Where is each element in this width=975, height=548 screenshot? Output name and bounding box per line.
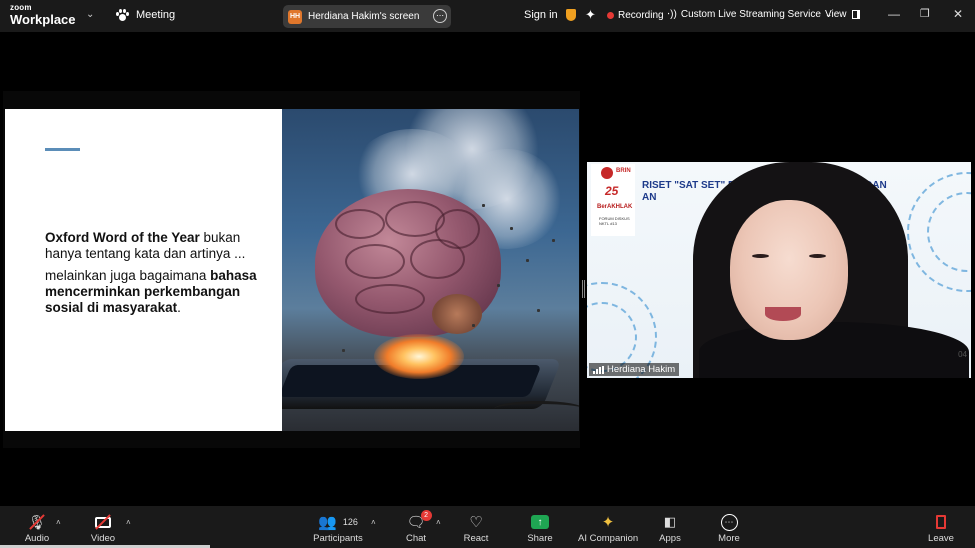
- explosion-glow: [374, 334, 464, 379]
- recording-label: Recording: [618, 10, 664, 21]
- apps-icon: ◧: [663, 514, 677, 529]
- avatar: HH: [288, 9, 302, 24]
- brain-stem: [432, 294, 482, 334]
- screen-share-label: Herdiana Hakim's screen: [308, 11, 420, 22]
- more-label: More: [718, 533, 740, 544]
- ai-sparkle-icon: ✦: [601, 514, 615, 531]
- participants-label: Participants: [313, 533, 363, 544]
- forum-label: FORUM DISKUS NKTL #13: [599, 216, 630, 226]
- video-label: Video: [90, 533, 116, 544]
- zoom-workplace-logo[interactable]: zoom Workplace: [10, 3, 76, 27]
- meeting-toolbar: 🎙 Audio ˄ Video ˄ 👥 126 Participants ˄ 🗨2…: [0, 506, 975, 548]
- ai-companion-label: AI Companion: [578, 533, 639, 544]
- sparkle-icon[interactable]: ✦: [585, 7, 596, 23]
- recording-indicator[interactable]: Recording: [607, 10, 664, 21]
- logo-line2: Workplace: [10, 12, 76, 27]
- chat-bubble-icon: 🗨 2: [406, 510, 432, 531]
- react-button[interactable]: ♡ React: [460, 513, 492, 544]
- slide-text-panel: Oxford Word of the Year bukan hanya tent…: [5, 109, 282, 431]
- presentation-slide: Oxford Word of the Year bukan hanya tent…: [5, 109, 579, 431]
- participants-icon: 👥: [318, 514, 337, 531]
- view-button[interactable]: View: [825, 9, 860, 20]
- event-logos: BRIN 25 BerAKHLAK FORUM DISKUS NKTL #13: [591, 164, 635, 236]
- participants-button[interactable]: 👥 126 Participants: [310, 513, 366, 544]
- video-options-caret-icon[interactable]: ˄: [126, 518, 131, 527]
- brin-logo-icon: [601, 167, 613, 179]
- view-label: View: [825, 9, 847, 20]
- participant-name: Herdiana Hakim: [607, 364, 676, 375]
- slide-text: Oxford Word of the Year bukan hanya tent…: [45, 230, 270, 322]
- participant-name-tag: Herdiana Hakim: [589, 363, 680, 376]
- paw-icon: [116, 9, 129, 21]
- leave-door-icon: [936, 515, 946, 529]
- minimize-icon[interactable]: —: [888, 7, 900, 21]
- close-icon[interactable]: ✕: [953, 7, 963, 21]
- slide-paragraph-2: melainkan juga bagaimana bahasa mencermi…: [45, 268, 257, 315]
- audio-label: Audio: [24, 533, 50, 544]
- react-label: React: [463, 533, 489, 544]
- logo-line1: zoom: [10, 3, 32, 12]
- chat-button[interactable]: 🗨 2 Chat: [400, 510, 432, 544]
- participants-options-caret-icon[interactable]: ˄: [371, 518, 376, 527]
- sign-in-link[interactable]: Sign in: [524, 9, 558, 21]
- live-streaming-menu[interactable]: ⋅)) Custom Live Streaming Service ⌄: [667, 9, 832, 20]
- share-label: Share: [527, 533, 553, 544]
- restore-icon[interactable]: ❐: [920, 7, 930, 20]
- slide-accent-line: [45, 148, 80, 151]
- participant-mouth: [765, 307, 801, 321]
- screen-share-pill[interactable]: HH Herdiana Hakim's screen ⋯: [283, 5, 451, 28]
- recording-dot-icon: [607, 12, 614, 19]
- more-button[interactable]: ⋯ More: [713, 513, 745, 544]
- slide-number: 04: [958, 350, 967, 359]
- layout-icon: [851, 10, 860, 19]
- phone-cable: [494, 401, 579, 417]
- chat-unread-badge: 2: [420, 510, 432, 521]
- share-button[interactable]: ↑ Share: [524, 513, 556, 544]
- apps-button[interactable]: ◧ Apps: [654, 513, 686, 544]
- apps-label: Apps: [659, 533, 681, 544]
- chat-options-caret-icon[interactable]: ˄: [436, 518, 441, 527]
- more-options-icon[interactable]: ⋯: [433, 9, 447, 23]
- audio-button[interactable]: 🎙 Audio: [22, 513, 52, 545]
- share-screen-icon: ↑: [531, 515, 549, 529]
- streaming-label: Custom Live Streaming Service: [680, 9, 821, 20]
- participant-video-tile[interactable]: BRIN 25 BerAKHLAK FORUM DISKUS NKTL #13 …: [587, 162, 971, 378]
- anniversary-logo-text: 25: [605, 184, 619, 198]
- participants-count: 126: [342, 517, 358, 527]
- slide-paragraph-1: Oxford Word of the Year bukan hanya tent…: [45, 230, 246, 261]
- top-bar: zoom Workplace ⌄ Meeting HH Herdiana Hak…: [0, 0, 975, 32]
- chevron-down-icon[interactable]: ⌄: [86, 9, 94, 20]
- participant-body: [699, 322, 969, 378]
- meeting-label: Meeting: [136, 9, 176, 21]
- leave-button[interactable]: Leave: [925, 513, 957, 544]
- meeting-info-button[interactable]: Meeting: [116, 9, 175, 21]
- brain-explosion-image: [282, 109, 579, 431]
- more-dots-icon: ⋯: [720, 513, 738, 531]
- leave-label: Leave: [928, 533, 954, 544]
- audio-options-caret-icon[interactable]: ˄: [56, 518, 61, 527]
- video-button[interactable]: Video: [88, 513, 118, 544]
- ai-companion-button[interactable]: ✦ AI Companion: [578, 513, 638, 544]
- split-view-handle[interactable]: [582, 280, 585, 298]
- chat-label: Chat: [405, 533, 427, 544]
- shield-icon[interactable]: [566, 9, 576, 21]
- signal-bars-icon: [593, 365, 604, 374]
- broadcast-icon: ⋅)): [667, 9, 677, 20]
- berakhlak-logo-text: BerAKHLAK: [597, 204, 633, 210]
- brin-logo-text: BRIN: [616, 168, 631, 174]
- heart-icon: ♡: [469, 514, 483, 531]
